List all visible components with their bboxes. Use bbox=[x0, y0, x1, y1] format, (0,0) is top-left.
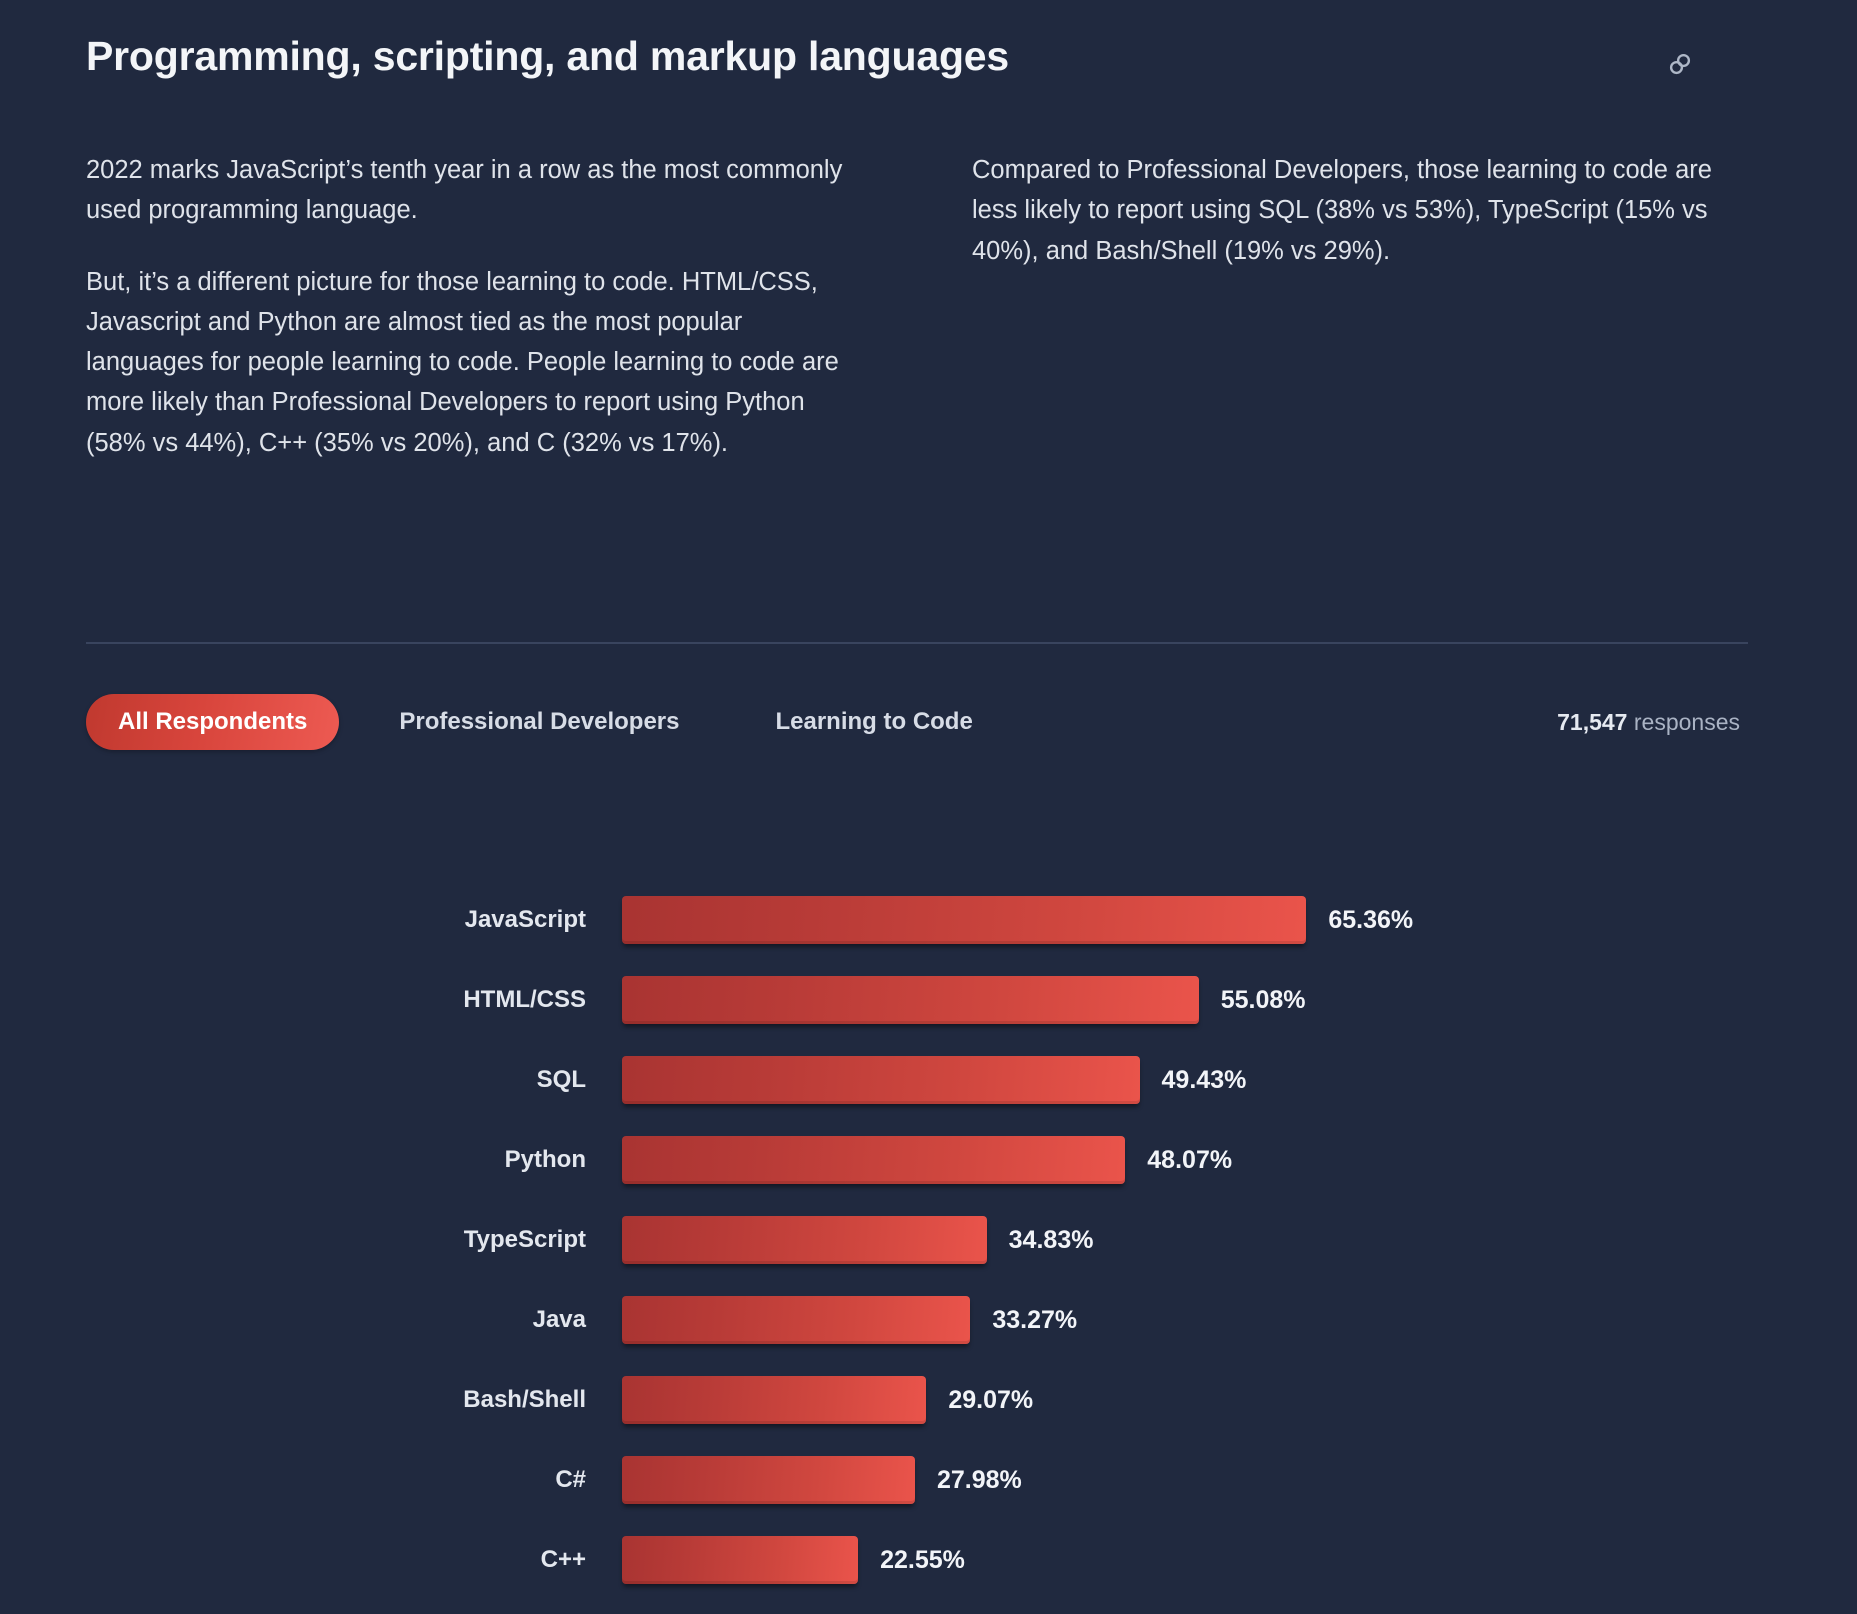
bar-row[interactable]: Python 48.07% bbox=[0, 1120, 1857, 1200]
bar[interactable] bbox=[622, 1376, 927, 1424]
survey-chart-panel: Programming, scripting, and markup langu… bbox=[0, 0, 1857, 1614]
bar-value-label: 49.43% bbox=[1161, 1065, 1247, 1094]
bar[interactable] bbox=[622, 1296, 971, 1344]
bar-value-label: 48.07% bbox=[1147, 1145, 1233, 1174]
bar[interactable] bbox=[622, 1136, 1126, 1184]
bar-category-label: JavaScript bbox=[464, 906, 586, 933]
bar-track: 65.36% bbox=[622, 896, 1857, 944]
bar-value-label: 33.27% bbox=[992, 1305, 1078, 1334]
bar-value-label: 34.83% bbox=[1008, 1225, 1094, 1254]
bar[interactable] bbox=[622, 1536, 859, 1584]
bar-row[interactable]: Java 33.27% bbox=[0, 1280, 1857, 1360]
tab-professional-developers[interactable]: Professional Developers bbox=[393, 710, 685, 734]
bar-category-label: Python bbox=[504, 1146, 586, 1173]
bar-value-label: 22.55% bbox=[880, 1545, 965, 1574]
bar-category-label: TypeScript bbox=[463, 1226, 586, 1253]
bar[interactable] bbox=[622, 1056, 1140, 1104]
tab-all-respondents[interactable]: All Respondents bbox=[86, 694, 340, 750]
bar-row[interactable]: SQL 49.43% bbox=[0, 1040, 1857, 1120]
responses-label: responses bbox=[1627, 708, 1740, 735]
bar-track: 27.98% bbox=[622, 1456, 1857, 1504]
intro-text: 2022 marks JavaScript’s tenth year in a … bbox=[86, 150, 1748, 463]
bar-value-label: 27.98% bbox=[936, 1465, 1022, 1494]
bar[interactable] bbox=[622, 1456, 915, 1504]
bar-value-label: 55.08% bbox=[1220, 985, 1306, 1014]
respondent-filter-tabs: All Respondents Professional Developers … bbox=[86, 694, 1748, 750]
bar[interactable] bbox=[622, 896, 1307, 944]
panel-header: Programming, scripting, and markup langu… bbox=[86, 33, 1748, 100]
tab-learning-to-code[interactable]: Learning to Code bbox=[769, 710, 978, 734]
bar[interactable] bbox=[622, 1216, 987, 1264]
bar-track: 55.08% bbox=[622, 976, 1857, 1024]
bar-row[interactable]: JavaScript 65.36% bbox=[0, 880, 1857, 960]
intro-paragraph: Compared to Professional Developers, tho… bbox=[972, 156, 1712, 265]
bar-category-label: Java bbox=[532, 1306, 586, 1333]
intro-right-column: Compared to Professional Developers, tho… bbox=[972, 150, 1748, 463]
bar-track: 49.43% bbox=[622, 1056, 1857, 1104]
intro-paragraph: 2022 marks JavaScript’s tenth year in a … bbox=[86, 156, 843, 225]
bar-row[interactable]: C# 27.98% bbox=[0, 1440, 1857, 1520]
bar-track: 33.27% bbox=[622, 1296, 1857, 1344]
responses-number: 71,547 bbox=[1557, 708, 1628, 735]
bar-row[interactable] bbox=[0, 1600, 1857, 1614]
page-title: Programming, scripting, and markup langu… bbox=[86, 33, 1009, 79]
language-usage-bar-chart: JavaScript 65.36% HTML/CSS 55.08% SQL 49.43% P… bbox=[0, 880, 1857, 1614]
intro-paragraph: But, it’s a different picture for those … bbox=[86, 267, 839, 457]
bar-category-label: C++ bbox=[540, 1546, 586, 1573]
bar-category-label: SQL bbox=[536, 1066, 586, 1093]
bar-row[interactable]: HTML/CSS 55.08% bbox=[0, 960, 1857, 1040]
bar-value-label: 65.36% bbox=[1328, 905, 1414, 934]
bar-track: 22.55% bbox=[622, 1536, 1857, 1584]
bar[interactable] bbox=[622, 976, 1199, 1024]
section-divider bbox=[86, 642, 1748, 644]
intro-left-column: 2022 marks JavaScript’s tenth year in a … bbox=[86, 150, 862, 463]
bar-category-label: Bash/Shell bbox=[463, 1386, 586, 1413]
bar-track: 34.83% bbox=[622, 1216, 1857, 1264]
bar-track: 48.07% bbox=[622, 1136, 1857, 1184]
bar-row[interactable]: C++ 22.55% bbox=[0, 1520, 1857, 1600]
bar-row[interactable]: Bash/Shell 29.07% bbox=[0, 1360, 1857, 1440]
bar-value-label: 29.07% bbox=[948, 1385, 1034, 1414]
bar-row[interactable]: TypeScript 34.83% bbox=[0, 1200, 1857, 1280]
bar-category-label: C# bbox=[555, 1466, 586, 1493]
link-chain-icon[interactable] bbox=[1660, 44, 1700, 84]
responses-count: 71,547 responses bbox=[1557, 709, 1748, 736]
bar-category-label: HTML/CSS bbox=[463, 986, 586, 1013]
bar-track: 29.07% bbox=[622, 1376, 1857, 1424]
